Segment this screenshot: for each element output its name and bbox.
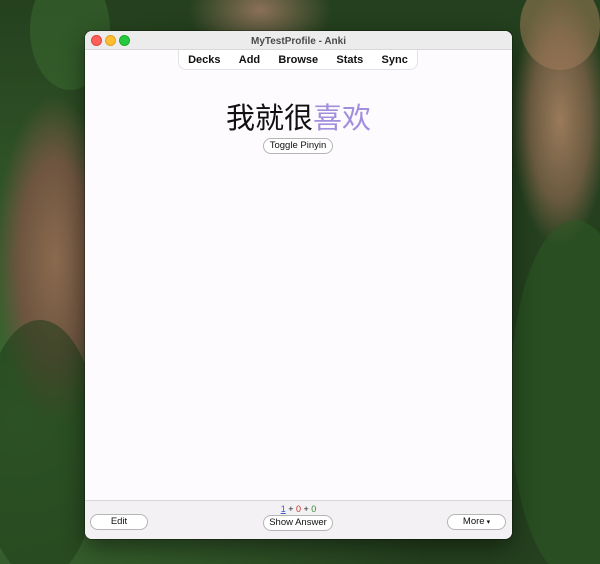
count-separator: + — [285, 504, 296, 514]
review-count: 0 — [311, 504, 317, 514]
maximize-window-button[interactable] — [119, 35, 130, 46]
toolbar-browse[interactable]: Browse — [278, 54, 318, 66]
chevron-down-icon: ▾ — [486, 519, 491, 526]
show-answer-button[interactable]: Show Answer — [263, 515, 333, 531]
review-counts: 1 + 0 + 0 — [85, 504, 512, 514]
window-title: MyTestProfile - Anki — [250, 36, 346, 47]
minimize-window-button[interactable] — [105, 35, 116, 46]
review-bottom-bar: 1 + 0 + 0 Edit Show Answer More ▾ — [85, 500, 512, 539]
anki-window: MyTestProfile - Anki Decks Add Browse St… — [85, 31, 512, 539]
more-button-label: More — [462, 516, 485, 527]
toolbar-add[interactable]: Add — [239, 54, 260, 66]
toolbar-decks[interactable]: Decks — [188, 54, 220, 66]
toolbar-sync[interactable]: Sync — [382, 54, 408, 66]
more-button[interactable]: More ▾ — [447, 514, 506, 530]
wallpaper-cliff — [520, 0, 600, 70]
main-toolbar: Decks Add Browse Stats Sync — [178, 50, 418, 70]
toolbar-stats[interactable]: Stats — [336, 54, 363, 66]
toggle-pinyin-button[interactable]: Toggle Pinyin — [263, 138, 333, 154]
title-bar: MyTestProfile - Anki — [85, 31, 512, 50]
edit-button[interactable]: Edit — [90, 514, 148, 530]
card-text-highlight: 喜欢 — [313, 101, 372, 135]
card-text-plain: 我就很 — [225, 101, 313, 135]
card-front-text: 我就很喜欢 — [85, 95, 512, 137]
close-window-button[interactable] — [91, 35, 102, 46]
wallpaper-foliage — [510, 220, 600, 564]
count-separator: + — [301, 504, 312, 514]
